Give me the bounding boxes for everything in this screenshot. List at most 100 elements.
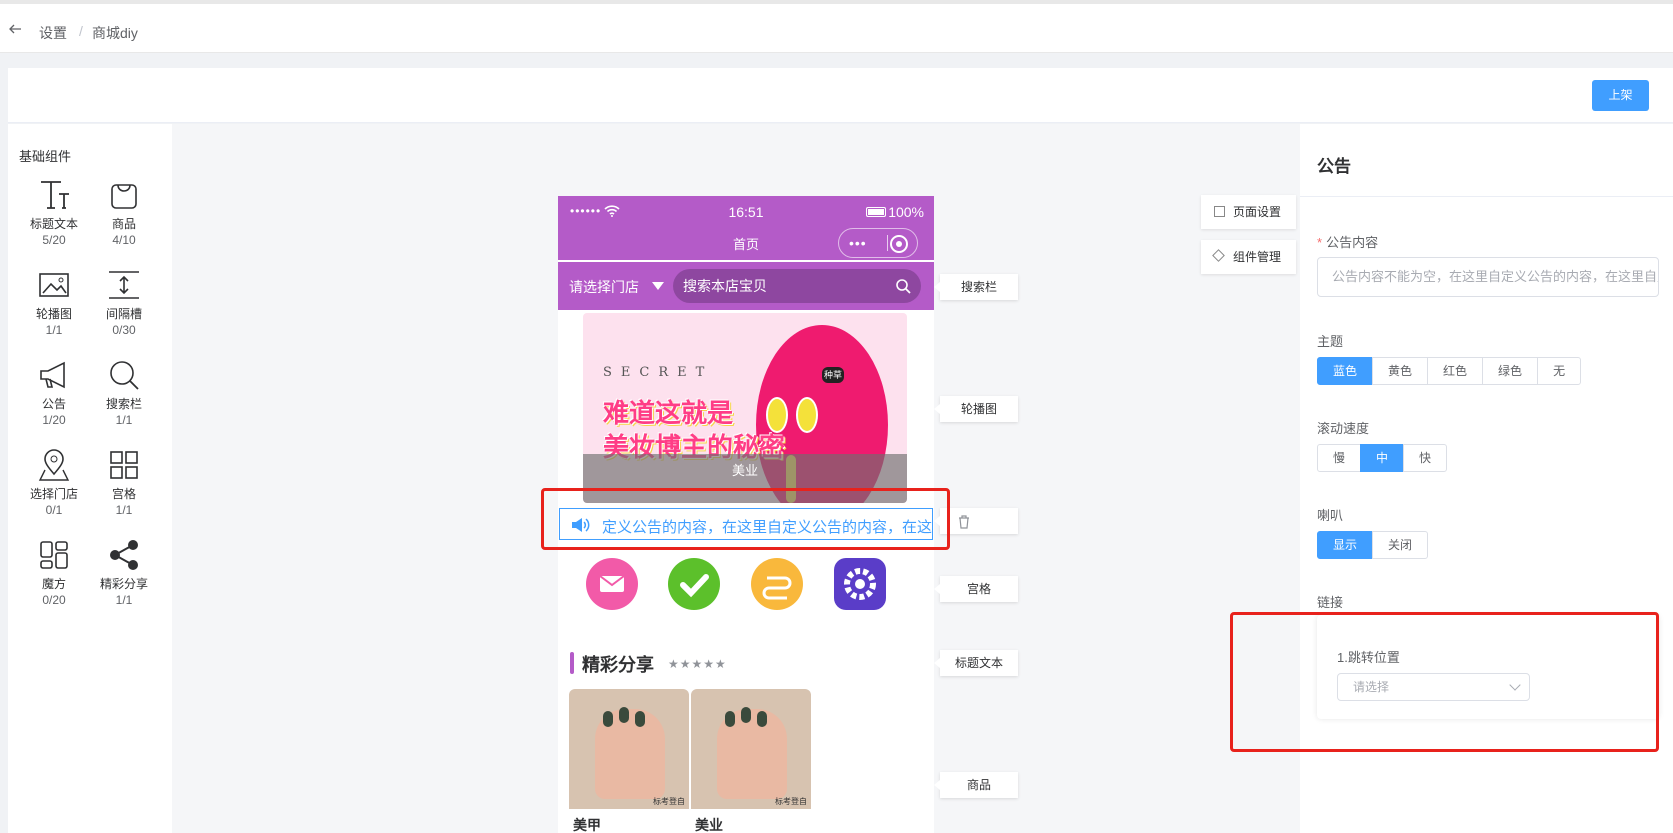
settings-panel: 公告 [1300, 124, 1673, 833]
component-banner[interactable]: 轮播图 1/1 [19, 268, 89, 338]
gear-icon [844, 568, 876, 600]
jump-position-label: 1.跳转位置 [1337, 650, 1400, 665]
component-store-select[interactable]: 选择门店 0/1 [19, 448, 89, 518]
grid-item-mail[interactable] [586, 558, 638, 610]
canvas-tag-title-text[interactable]: 标题文本 [934, 650, 1018, 676]
component-name: 魔方 [41, 577, 66, 591]
component-name: 精彩分享 [99, 577, 148, 591]
page-settings-button[interactable]: 页面设置 [1201, 195, 1296, 229]
notice-content-input[interactable]: 公告内容不能为空，在这里自定义公告的内容，在这里自定义公告的内容 [1317, 257, 1659, 297]
phone-status-bar: •••••• 16:51 100% 首页 ••• [558, 196, 934, 260]
nail-dark-green [635, 711, 645, 727]
layers-icon [1212, 249, 1225, 262]
phone-search-bar[interactable]: 请选择门店 搜索本店宝贝 [558, 262, 934, 310]
banner-carousel[interactable]: SECRET 种草 难道这就是 美妆博主的秘密 美业 [583, 313, 907, 503]
canvas-tag-banner[interactable]: 轮播图 [934, 396, 1018, 422]
mini-program-capsule[interactable]: ••• [838, 228, 918, 258]
component-count: 0/1 [45, 503, 63, 517]
megaphone-icon [37, 358, 71, 392]
component-manage-button[interactable]: 组件管理 [1201, 240, 1296, 274]
component-name: 标题文本 [29, 217, 78, 231]
banner-slogan-line1: 难道这就是 [603, 399, 734, 429]
capsule-divider [887, 235, 888, 251]
character-eye [796, 397, 818, 433]
banner-secret-text: SECRET [603, 365, 714, 380]
canvas-tag-delete[interactable] [934, 508, 1018, 534]
phone-search-input[interactable]: 搜索本店宝贝 [673, 269, 921, 303]
store-selector[interactable]: 请选择门店 [569, 277, 639, 297]
goods-watermark: 标考登自 [653, 797, 685, 806]
speed-label: 滚动速度 [1317, 421, 1370, 436]
action-bar: 上架 [8, 68, 1673, 123]
speaker-icon [572, 518, 590, 532]
component-name: 宫格 [111, 487, 136, 501]
component-goods[interactable]: 商品 4/10 [89, 178, 159, 248]
section-title: 精彩分享 [582, 655, 654, 675]
nail-dark-green [725, 711, 735, 727]
canvas-tag-grid[interactable]: 宫格 [934, 576, 1018, 602]
battery-percent: 100% [888, 204, 924, 220]
grid-item-check[interactable] [668, 558, 720, 610]
phone-preview: •••••• 16:51 100% 首页 ••• 请选择门店 搜索本店宝贝 SE… [558, 196, 934, 833]
component-count: 1/1 [115, 593, 133, 607]
speed-option-fast[interactable]: 快 [1403, 444, 1448, 472]
component-count: 1/1 [115, 503, 133, 517]
theme-option-green[interactable]: 绿色 [1482, 357, 1539, 385]
content-label-text: 公告内容 [1326, 235, 1379, 250]
grid-icon [107, 448, 141, 482]
component-spacer[interactable]: 间隔槽 0/30 [89, 268, 159, 338]
notice-bar[interactable]: 定义公告的内容，在这里自定义公告的内容，在这里自定义公告的内容 [559, 508, 933, 540]
component-count: 1/1 [115, 413, 133, 427]
layout-icon [37, 538, 71, 572]
link-label: 链接 [1317, 595, 1344, 610]
theme-option-yellow[interactable]: 黄色 [1372, 357, 1429, 385]
route-icon [762, 576, 792, 600]
theme-option-blue[interactable]: 蓝色 [1317, 357, 1374, 385]
speed-option-slow[interactable]: 慢 [1317, 444, 1362, 472]
horn-option-show[interactable]: 显示 [1317, 531, 1374, 559]
component-title-text[interactable]: 标题文本 5/20 [19, 178, 89, 248]
theme-option-none[interactable]: 无 [1537, 357, 1582, 385]
content-label: * 公告内容 [1317, 232, 1378, 251]
breadcrumb-settings[interactable]: 设置 [39, 23, 67, 43]
trash-icon [959, 515, 969, 529]
icon-grid [558, 558, 934, 618]
grid-item-settings[interactable] [834, 558, 886, 610]
component-name: 轮播图 [35, 307, 72, 321]
goods-image: 标考登自 [691, 689, 811, 809]
component-name: 间隔槽 [105, 307, 142, 321]
grid-item-route[interactable] [751, 558, 803, 610]
share-icon [107, 538, 141, 572]
required-asterisk: * [1317, 235, 1323, 250]
banner-tag: 种草 [822, 367, 844, 383]
goods-card[interactable]: 标考登自 美甲 [569, 689, 689, 833]
search-icon [896, 279, 911, 294]
component-share[interactable]: 精彩分享 1/1 [89, 538, 159, 608]
component-name: 搜索栏 [105, 397, 142, 411]
component-search-bar[interactable]: 搜索栏 1/1 [89, 358, 159, 428]
component-grid[interactable]: 宫格 1/1 [89, 448, 159, 518]
settings-title: 公告 [1317, 157, 1351, 176]
image-icon [37, 268, 71, 302]
notice-text: 定义公告的内容，在这里自定义公告的内容，在这里自定义公告的内容 [602, 519, 933, 536]
theme-label: 主题 [1317, 334, 1344, 349]
canvas-tag-search[interactable]: 搜索栏 [934, 274, 1018, 300]
component-magic-cube[interactable]: 魔方 0/20 [19, 538, 89, 608]
goods-card[interactable]: 标考登自 美业 [691, 689, 811, 833]
text-icon [37, 178, 71, 212]
more-dots-icon[interactable]: ••• [849, 229, 867, 257]
speed-option-medium[interactable]: 中 [1360, 444, 1405, 472]
horn-option-hide[interactable]: 关闭 [1372, 531, 1429, 559]
jump-position-select[interactable]: 请选择 [1337, 673, 1530, 701]
component-count: 0/30 [112, 323, 136, 337]
component-notice[interactable]: 公告 1/20 [19, 358, 89, 428]
page-settings-label: 页面设置 [1233, 205, 1282, 219]
battery-icon [866, 207, 887, 218]
nail-dark-green [757, 711, 767, 727]
goods-name: 美业 [695, 817, 723, 833]
theme-option-red[interactable]: 红色 [1427, 357, 1484, 385]
canvas-tag-goods[interactable]: 商品 [934, 772, 1018, 798]
publish-button[interactable]: 上架 [1592, 80, 1649, 111]
back-arrow-icon[interactable] [8, 22, 22, 36]
close-circle-icon[interactable] [890, 235, 908, 253]
